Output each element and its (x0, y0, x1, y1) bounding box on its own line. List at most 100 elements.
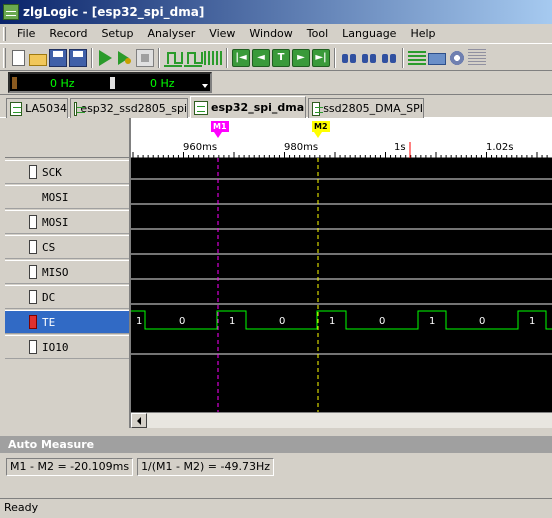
menu-record[interactable]: Record (42, 25, 94, 43)
save-all-icon[interactable] (69, 48, 87, 67)
lines-icon[interactable] (468, 48, 486, 67)
channel-label: DC (42, 290, 56, 304)
find-next-icon[interactable] (360, 49, 378, 67)
channel-probe-icon (29, 215, 37, 229)
capture-icon[interactable] (428, 53, 446, 65)
channel-label: TE (42, 315, 56, 329)
tab-esp32-spi-dma[interactable]: esp32_spi_dma (190, 96, 306, 118)
channel-probe-icon (29, 290, 37, 304)
tab-label: esp32_spi_dma (211, 101, 305, 114)
toolbar (0, 45, 552, 71)
toolbar-separator (158, 47, 160, 68)
menu-window[interactable]: Window (242, 25, 299, 43)
channel-label: IO10 (42, 340, 69, 354)
channel-label: MISO (42, 265, 69, 279)
measure-frequency: 1/(M1 - M2) = -49.73Hz (137, 458, 275, 476)
te-bit-label: 1 (229, 316, 235, 327)
menu-analyser[interactable]: Analyser (140, 25, 202, 43)
open-folder-icon[interactable] (29, 53, 47, 66)
te-bit-label: 1 (529, 316, 535, 327)
menu-file[interactable]: File (10, 25, 42, 43)
find-prev-icon[interactable] (380, 49, 398, 67)
te-bit-label: 0 (279, 316, 285, 327)
new-doc-icon[interactable] (12, 49, 25, 66)
sample-rate-2: 0 Hz (150, 77, 175, 90)
wave-trigger-2-icon[interactable] (184, 49, 203, 67)
tab-la5034[interactable]: LA5034 (6, 98, 68, 118)
find-icon[interactable] (340, 49, 358, 67)
menu-grip (3, 26, 6, 41)
bar-signal-icon[interactable] (204, 50, 222, 65)
channel-label: MOSI (42, 190, 69, 204)
sample-bar: 0 Hz 0 Hz (0, 71, 552, 95)
measure-delta: M1 - M2 = -20.109ms (6, 458, 134, 476)
tab-ssd2805-dma-spi[interactable]: ssd2805_DMA_SPI (308, 98, 424, 118)
te-bit-label: 0 (379, 316, 385, 327)
te-bit-label: 1 (429, 316, 435, 327)
nav-home-icon[interactable] (272, 48, 290, 67)
channel-row-5[interactable]: DC (5, 285, 129, 309)
run-step-icon[interactable] (116, 49, 134, 67)
sample-rate-dropdown[interactable]: 0 Hz 0 Hz (8, 72, 212, 93)
horizontal-scrollbar[interactable] (131, 412, 552, 428)
status-bar: Ready (0, 498, 552, 518)
toolbar-separator (91, 47, 93, 68)
channel-row-3[interactable]: CS (5, 235, 129, 259)
toolbar-separator (226, 47, 228, 68)
waveform-doc-icon (312, 101, 324, 116)
channel-row-1[interactable]: MOSI (5, 185, 129, 209)
menu-language[interactable]: Language (335, 25, 403, 43)
channel-probe-icon (29, 265, 37, 279)
menu-help[interactable]: Help (403, 25, 442, 43)
channel-row-7[interactable]: IO10 (5, 335, 129, 359)
waveform-doc-icon (194, 100, 208, 115)
channel-list-icon[interactable] (408, 50, 426, 65)
toolbar-grip (3, 47, 6, 68)
channel-row-4[interactable]: MISO (5, 260, 129, 284)
te-bit-label: 0 (479, 316, 485, 327)
channel-row-2[interactable]: MOSI (5, 210, 129, 234)
app-icon (3, 4, 19, 20)
nav-prev-icon[interactable] (252, 48, 270, 67)
tab-esp32-ssd2805-spi[interactable]: esp32_ssd2805_spi (70, 98, 188, 118)
tick-label: 1.02s (486, 142, 514, 153)
wave-trigger-icon[interactable] (164, 49, 183, 67)
save-icon[interactable] (49, 48, 67, 67)
auto-measure-header: Auto Measure (0, 436, 552, 453)
toolbar-separator (402, 47, 404, 68)
te-bit-label: 0 (179, 316, 185, 327)
waveform-doc-icon (10, 101, 23, 116)
waveform-panel[interactable]: M1 M2 960ms 980ms 1s 1.02s 1 0 1 0 1 0 1 0 1 (131, 118, 552, 428)
tick-label: 1s (394, 142, 406, 153)
waveform-doc-icon (74, 101, 87, 116)
channel-row-6[interactable]: TE (5, 310, 129, 334)
cursor-m2-flag[interactable]: M2 (312, 121, 330, 132)
channel-label: SCK (42, 165, 62, 179)
settings-icon[interactable] (448, 48, 466, 67)
menu-setup[interactable]: Setup (94, 25, 140, 43)
sample-rate-1: 0 Hz (50, 77, 75, 90)
toolbar-separator (334, 47, 336, 68)
nav-first-icon[interactable] (232, 48, 250, 67)
channel-row-0[interactable]: SCK (5, 160, 129, 184)
waveform-traces: 1 0 1 0 1 0 1 0 1 (131, 158, 552, 412)
stop-icon[interactable] (136, 48, 154, 67)
run-icon[interactable] (99, 49, 112, 66)
channel-label: CS (42, 240, 56, 254)
tab-label: esp32_ssd2805_spi (80, 102, 187, 115)
nav-next-icon[interactable] (292, 48, 310, 67)
channel-probe-icon (29, 315, 37, 329)
scroll-left-arrow[interactable] (131, 413, 147, 428)
cursor-m1-flag[interactable]: M1 (211, 121, 229, 132)
analyzer-main: SCK MOSI MOSI CS MISO DC TE IO10 M1 M2 960ms 98… (5, 118, 552, 428)
chevron-down-icon[interactable] (202, 84, 208, 88)
tab-label: ssd2805_DMA_SPI (323, 102, 423, 115)
te-bit-label: 1 (329, 316, 335, 327)
menu-tool[interactable]: Tool (300, 25, 335, 43)
nav-last-icon[interactable] (312, 48, 330, 67)
menu-bar: File Record Setup Analyser View Window T… (0, 24, 552, 44)
channel-list: SCK MOSI MOSI CS MISO DC TE IO10 (5, 118, 131, 428)
time-ruler[interactable]: M1 M2 960ms 980ms 1s 1.02s (131, 118, 552, 158)
channel-probe-icon (29, 340, 37, 354)
menu-view[interactable]: View (202, 25, 242, 43)
